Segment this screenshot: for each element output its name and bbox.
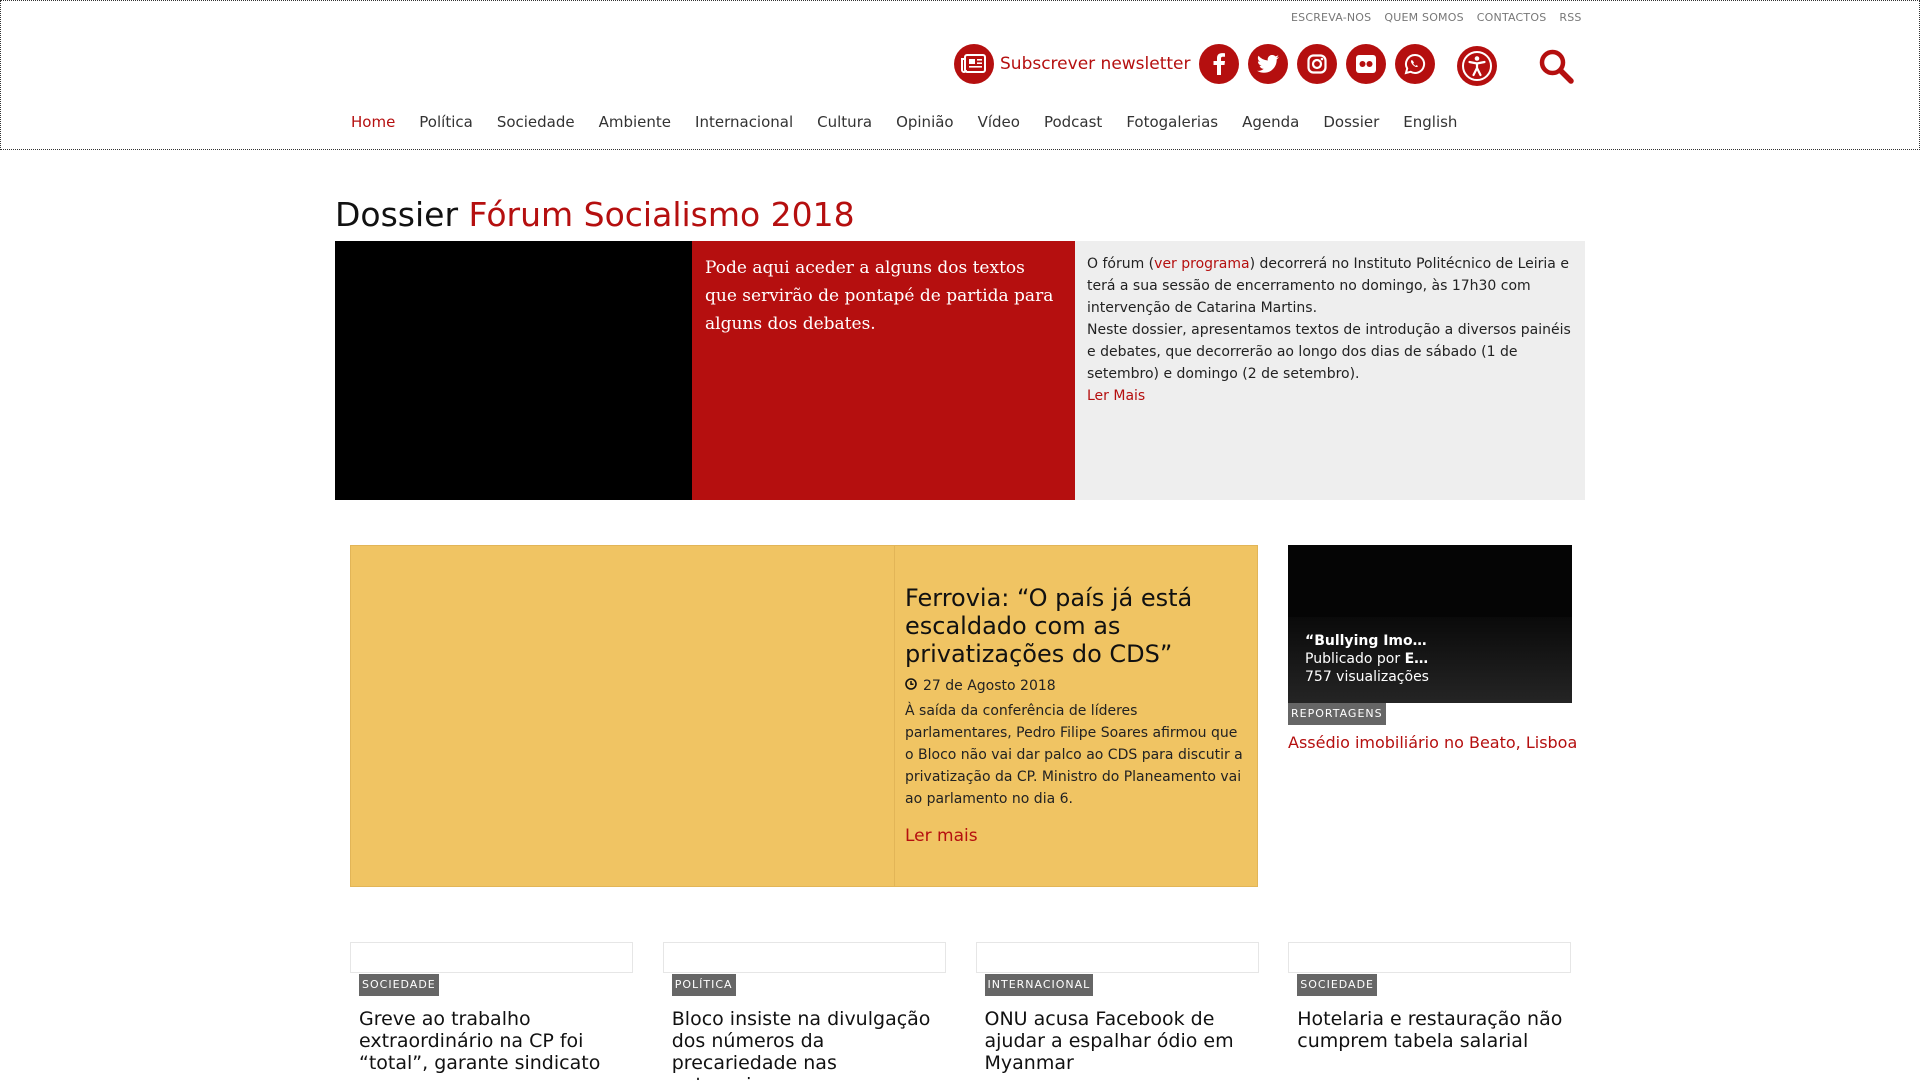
category-tag[interactable]: INTERNACIONAL bbox=[984, 974, 1094, 996]
video-publisher: Publicado por E… bbox=[1305, 650, 1555, 668]
nav-fotogalerias[interactable]: Fotogalerias bbox=[1126, 113, 1218, 131]
video-published-label: Publicado por bbox=[1305, 651, 1405, 667]
nav-podcast[interactable]: Podcast bbox=[1044, 113, 1102, 131]
featured-article-excerpt: À saída da conferência de líderes parlam… bbox=[905, 703, 1243, 807]
flickr-icon[interactable] bbox=[1345, 44, 1386, 84]
social-row: Subscrever newsletter bbox=[954, 44, 1435, 84]
category-tag[interactable]: SOCIEDADE bbox=[1297, 974, 1377, 996]
video-info: “Bullying Imo… Publicado por E… 757 visu… bbox=[1288, 617, 1572, 703]
article-card-image[interactable] bbox=[662, 942, 946, 973]
dossier-prefix: Dossier bbox=[335, 195, 459, 234]
nav-agenda[interactable]: Agenda bbox=[1242, 113, 1299, 131]
top-link-quem-somos[interactable]: QUEM SOMOS bbox=[1384, 11, 1463, 24]
category-tag[interactable]: REPORTAGENS bbox=[1288, 703, 1386, 725]
featured-article-title[interactable]: Ferrovia: “O país já está escaldado com … bbox=[905, 584, 1247, 668]
social-icons bbox=[1198, 44, 1435, 84]
featured-article-read-more[interactable]: Ler mais bbox=[905, 826, 1247, 846]
twitter-icon[interactable] bbox=[1247, 44, 1288, 84]
side-article-link[interactable]: Assédio imobiliário no Beato, Lisboa bbox=[1288, 733, 1577, 752]
featured-article-date-text: 27 de Agosto 2018 bbox=[923, 678, 1056, 694]
nav-video[interactable]: Vídeo bbox=[978, 113, 1020, 131]
article-card-image[interactable] bbox=[975, 942, 1259, 973]
dossier-paragraph-1: O fórum (ver programa) decorrerá no Inst… bbox=[1087, 253, 1573, 319]
dossier-paragraph-2: Neste dossier, apresentamos textos de in… bbox=[1087, 322, 1571, 382]
newspaper-icon bbox=[954, 44, 994, 84]
accessibility-icon[interactable] bbox=[1457, 46, 1497, 86]
featured-article-text: Ferrovia: “O país já está escaldado com … bbox=[895, 545, 1258, 887]
article-card: SOCIEDADE Hotelaria e restauração não cu… bbox=[1288, 942, 1572, 1080]
nav-politica[interactable]: Política bbox=[419, 113, 473, 131]
top-link-escreva-nos[interactable]: ESCREVA-NOS bbox=[1291, 11, 1371, 24]
dossier-description: O fórum (ver programa) decorrerá no Inst… bbox=[1075, 241, 1585, 500]
dossier-block: Pode aqui aceder a alguns dos textos que… bbox=[335, 241, 1585, 500]
dossier-intro-text: Pode aqui aceder a alguns dos textos que… bbox=[705, 258, 1054, 334]
category-tag[interactable]: POLÍTICA bbox=[671, 974, 736, 996]
video-title: “Bullying Imo… bbox=[1305, 633, 1427, 649]
article-card: POLÍTICA Bloco insiste na divulgação dos… bbox=[662, 942, 947, 1080]
nav-sociedade[interactable]: Sociedade bbox=[497, 113, 575, 131]
dossier-intro: Pode aqui aceder a alguns dos textos que… bbox=[692, 241, 1075, 500]
nav-english[interactable]: English bbox=[1403, 113, 1457, 131]
program-link[interactable]: ver programa bbox=[1154, 256, 1249, 272]
featured-article: Ferrovia: “O país já está escaldado com … bbox=[350, 545, 1258, 887]
dossier-title: Dossier Fórum Socialismo 2018 bbox=[335, 195, 855, 234]
nav-internacional[interactable]: Internacional bbox=[695, 113, 793, 131]
video-views: 757 visualizações bbox=[1305, 669, 1429, 685]
nav-opiniao[interactable]: Opinião bbox=[896, 113, 954, 131]
article-card-image[interactable] bbox=[1288, 942, 1572, 973]
nav-ambiente[interactable]: Ambiente bbox=[599, 113, 671, 131]
dossier-read-more-link[interactable]: Ler Mais bbox=[1087, 385, 1573, 407]
newsletter-label: Subscrever newsletter bbox=[1000, 54, 1191, 74]
article-card-title[interactable]: Greve ao trabalho extraordinário na CP f… bbox=[350, 1008, 634, 1074]
top-link-contactos[interactable]: CONTACTOS bbox=[1477, 11, 1547, 24]
main-nav: Home Política Sociedade Ambiente Interna… bbox=[351, 113, 1457, 131]
featured-article-image[interactable] bbox=[350, 545, 895, 887]
nav-home[interactable]: Home bbox=[351, 113, 395, 131]
dossier-name[interactable]: Fórum Socialismo 2018 bbox=[469, 195, 855, 234]
whatsapp-icon[interactable] bbox=[1394, 44, 1435, 84]
facebook-icon[interactable] bbox=[1198, 44, 1239, 84]
nav-cultura[interactable]: Cultura bbox=[817, 113, 872, 131]
top-link-rss[interactable]: RSS bbox=[1559, 11, 1581, 24]
top-links: ESCREVA-NOS QUEM SOMOS CONTACTOS RSS bbox=[1291, 11, 1582, 24]
newsletter-button[interactable]: Subscrever newsletter bbox=[954, 44, 1191, 84]
article-cards: SOCIEDADE Greve ao trabalho extraordinár… bbox=[350, 942, 1572, 1080]
video-author: E… bbox=[1404, 651, 1429, 667]
featured-article-date: 27 de Agosto 2018 bbox=[905, 678, 1247, 694]
clock-icon bbox=[905, 678, 917, 694]
category-tag[interactable]: SOCIEDADE bbox=[359, 974, 439, 996]
article-card-title[interactable]: ONU acusa Facebook de ajudar a espalhar … bbox=[976, 1008, 1260, 1074]
dossier-image[interactable] bbox=[335, 241, 692, 500]
article-card: INTERNACIONAL ONU acusa Facebook de ajud… bbox=[975, 942, 1260, 1080]
dossier-text-1: O fórum ( bbox=[1087, 256, 1155, 272]
search-icon[interactable] bbox=[1536, 46, 1576, 86]
video-embed[interactable]: “Bullying Imo… Publicado por E… 757 visu… bbox=[1288, 545, 1572, 703]
article-card-image[interactable] bbox=[350, 942, 633, 973]
nav-dossier[interactable]: Dossier bbox=[1323, 113, 1379, 131]
instagram-icon[interactable] bbox=[1296, 44, 1337, 84]
article-card-title[interactable]: Hotelaria e restauração não cumprem tabe… bbox=[1288, 1008, 1572, 1052]
article-card-title[interactable]: Bloco insiste na divulgação dos números … bbox=[663, 1008, 947, 1080]
article-card: SOCIEDADE Greve ao trabalho extraordinár… bbox=[350, 942, 634, 1080]
site-header: ESCREVA-NOS QUEM SOMOS CONTACTOS RSS Sub… bbox=[0, 0, 1920, 150]
